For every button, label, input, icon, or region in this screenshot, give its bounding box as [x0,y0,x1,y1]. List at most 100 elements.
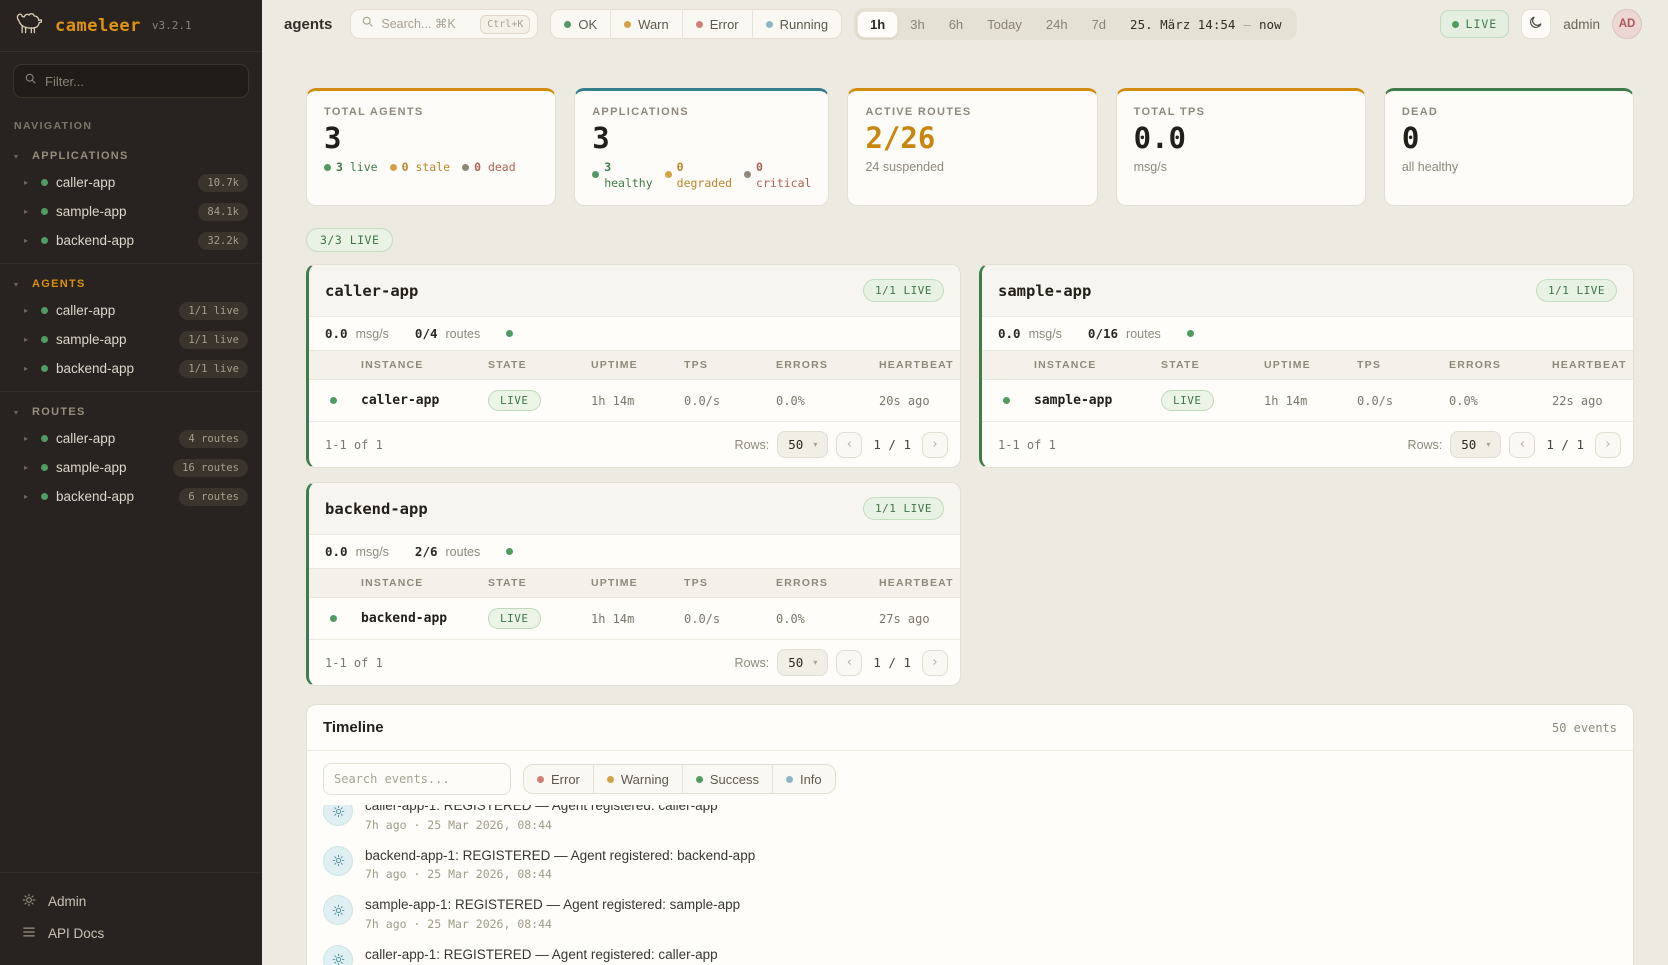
sidebar-footer: Admin API Docs [0,872,262,965]
filter-input[interactable] [45,74,238,89]
time-range-1h[interactable]: 1h [857,11,898,38]
gear-event-icon [323,945,353,965]
sidebar-footer-label: API Docs [48,926,104,941]
chip-label: OK [578,17,597,32]
instance-name: caller-app [361,393,488,408]
timeline-chip-info[interactable]: Info [772,765,835,793]
app-tps-value: 0.0 [325,326,348,341]
sidebar-item-label: backend-app [56,233,190,248]
sidebar-item-api-docs[interactable]: API Docs [0,918,262,949]
event-time: 7h ago · 25 Mar 2026, 08:44 [365,917,740,931]
count-badge: 84.1k [198,203,248,221]
status-dot [41,307,48,314]
timeline-chip-error[interactable]: Error [524,765,593,793]
live-status-badge[interactable]: LIVE [1440,10,1510,38]
chip-label: Error [710,17,739,32]
stat-sub-label: dead [488,160,516,174]
instance-uptime: 1h 14m [1264,394,1357,408]
filter-chip-running[interactable]: Running [752,10,841,38]
time-range-6h[interactable]: 6h [937,12,975,37]
warn-dot [624,21,631,28]
stat-value: 0.0 [1134,124,1348,153]
stat-value: 3 [592,124,811,153]
filter-chip-ok[interactable]: OK [551,10,610,38]
time-range-7d[interactable]: 7d [1080,12,1118,37]
sidebar-item-applications-sample-app[interactable]: ▸ sample-app 84.1k [0,197,262,226]
app-health-dot [506,330,513,337]
app-health-dot [506,548,513,555]
app-card-backend-app: backend-app 1/1 LIVE 0.0 msg/s 2/6 route… [306,482,961,686]
global-search[interactable]: Ctrl+K [350,9,538,39]
rows-per-page-select[interactable]: 50 ▾ [777,431,828,458]
instance-table-row[interactable]: sample-app LIVE 1h 14m 0.0/s 0.0% 22s ag… [982,380,1633,421]
stat-value: 3 [324,124,538,153]
event-text: backend-app-1: REGISTERED — Agent regist… [365,846,755,866]
sidebar-item-applications-backend-app[interactable]: ▸ backend-app 32.2k [0,226,262,255]
event-text: caller-app-1: REGISTERED — Agent registe… [365,945,718,965]
avatar[interactable]: AD [1612,9,1642,39]
next-page-button[interactable]: › [922,650,948,676]
filter-chip-warn[interactable]: Warn [610,10,682,38]
main-area: agents Ctrl+K OK Warn Error Ru [262,0,1668,965]
sidebar-item-routes-sample-app[interactable]: ▸ sample-app 16 routes [0,453,262,482]
sidebar-item-admin[interactable]: Admin [0,885,262,918]
gear-icon [22,893,36,910]
count-badge: 6 routes [179,488,248,506]
app-stats-row: 0.0 msg/s 0/16 routes [982,317,1633,350]
event-time: 7h ago · 25 Mar 2026, 08:44 [365,867,755,881]
sidebar-item-routes-backend-app[interactable]: ▸ backend-app 6 routes [0,482,262,511]
timeline-chip-success[interactable]: Success [682,765,772,793]
time-range-today[interactable]: Today [975,12,1034,37]
app-routes-value: 0/16 [1088,326,1118,341]
prev-page-button[interactable]: ‹ [836,432,862,458]
timeline-events-list[interactable]: caller-app-1: REGISTERED — Agent registe… [307,805,1633,965]
stat-sub-label: critical [756,176,811,192]
timeline-chip-warning[interactable]: Warning [593,765,682,793]
timeline-search-input[interactable] [334,772,500,786]
timeline-event[interactable]: backend-app-1: REGISTERED — Agent regist… [323,839,1617,889]
time-range-3h[interactable]: 3h [898,12,936,37]
count-badge: 4 routes [179,430,248,448]
app-cards-grid: caller-app 1/1 LIVE 0.0 msg/s 0/4 routes… [306,264,1634,686]
section-header-agents[interactable]: ▾ AGENTS [0,274,262,296]
sidebar-item-agents-backend-app[interactable]: ▸ backend-app 1/1 live [0,354,262,383]
sidebar-item-applications-caller-app[interactable]: ▸ caller-app 10.7k [0,168,262,197]
filter-chip-error[interactable]: Error [682,10,752,38]
timeline-search[interactable] [323,763,511,795]
section-header-applications[interactable]: ▾ APPLICATIONS [0,146,262,168]
rows-per-page-select[interactable]: 50 ▾ [1450,431,1501,458]
date-to: now [1259,17,1282,32]
section-header-routes[interactable]: ▾ ROUTES [0,402,262,424]
sidebar-item-agents-caller-app[interactable]: ▸ caller-app 1/1 live [0,296,262,325]
search-input[interactable] [381,17,473,31]
status-dot [41,208,48,215]
instance-status-dot [330,397,337,404]
sidebar: cameleer v3.2.1 NAVIGATION ▾ APPLICATION… [0,0,262,965]
prev-page-button[interactable]: ‹ [836,650,862,676]
error-dot [537,776,544,783]
timeline-event[interactable]: sample-app-1: REGISTERED — Agent registe… [323,888,1617,938]
gear-event-icon [323,846,353,876]
instance-table-row[interactable]: caller-app LIVE 1h 14m 0.0/s 0.0% 20s ag… [309,380,960,421]
date-range-display[interactable]: 25. März 14:54 — now [1118,17,1293,32]
theme-toggle-button[interactable] [1521,9,1551,39]
instance-table-row[interactable]: backend-app LIVE 1h 14m 0.0/s 0.0% 27s a… [309,598,960,639]
navigation-label: NAVIGATION [14,120,248,132]
chip-label: Info [800,772,822,787]
section-caret-icon: ▾ [14,408,22,417]
next-page-button[interactable]: › [1595,432,1621,458]
instances-table-header: INSTANCE STATE UPTIME TPS ERRORS HEARTBE… [309,350,960,380]
next-page-button[interactable]: › [922,432,948,458]
sidebar-filter[interactable] [13,64,249,98]
stat-title: TOTAL AGENTS [324,106,538,118]
prev-page-button[interactable]: ‹ [1509,432,1535,458]
timeline-filter-row: Error Warning Success Info [307,751,1633,805]
rows-per-page-select[interactable]: 50 ▾ [777,649,828,676]
sidebar-item-routes-caller-app[interactable]: ▸ caller-app 4 routes [0,424,262,453]
instance-status-dot [1003,397,1010,404]
sidebar-item-agents-sample-app[interactable]: ▸ sample-app 1/1 live [0,325,262,354]
timeline-event[interactable]: caller-app-1: REGISTERED — Agent registe… [323,805,1617,839]
sidebar-item-label: sample-app [56,332,171,347]
timeline-event[interactable]: caller-app-1: REGISTERED — Agent registe… [323,938,1617,965]
time-range-24h[interactable]: 24h [1034,12,1080,37]
